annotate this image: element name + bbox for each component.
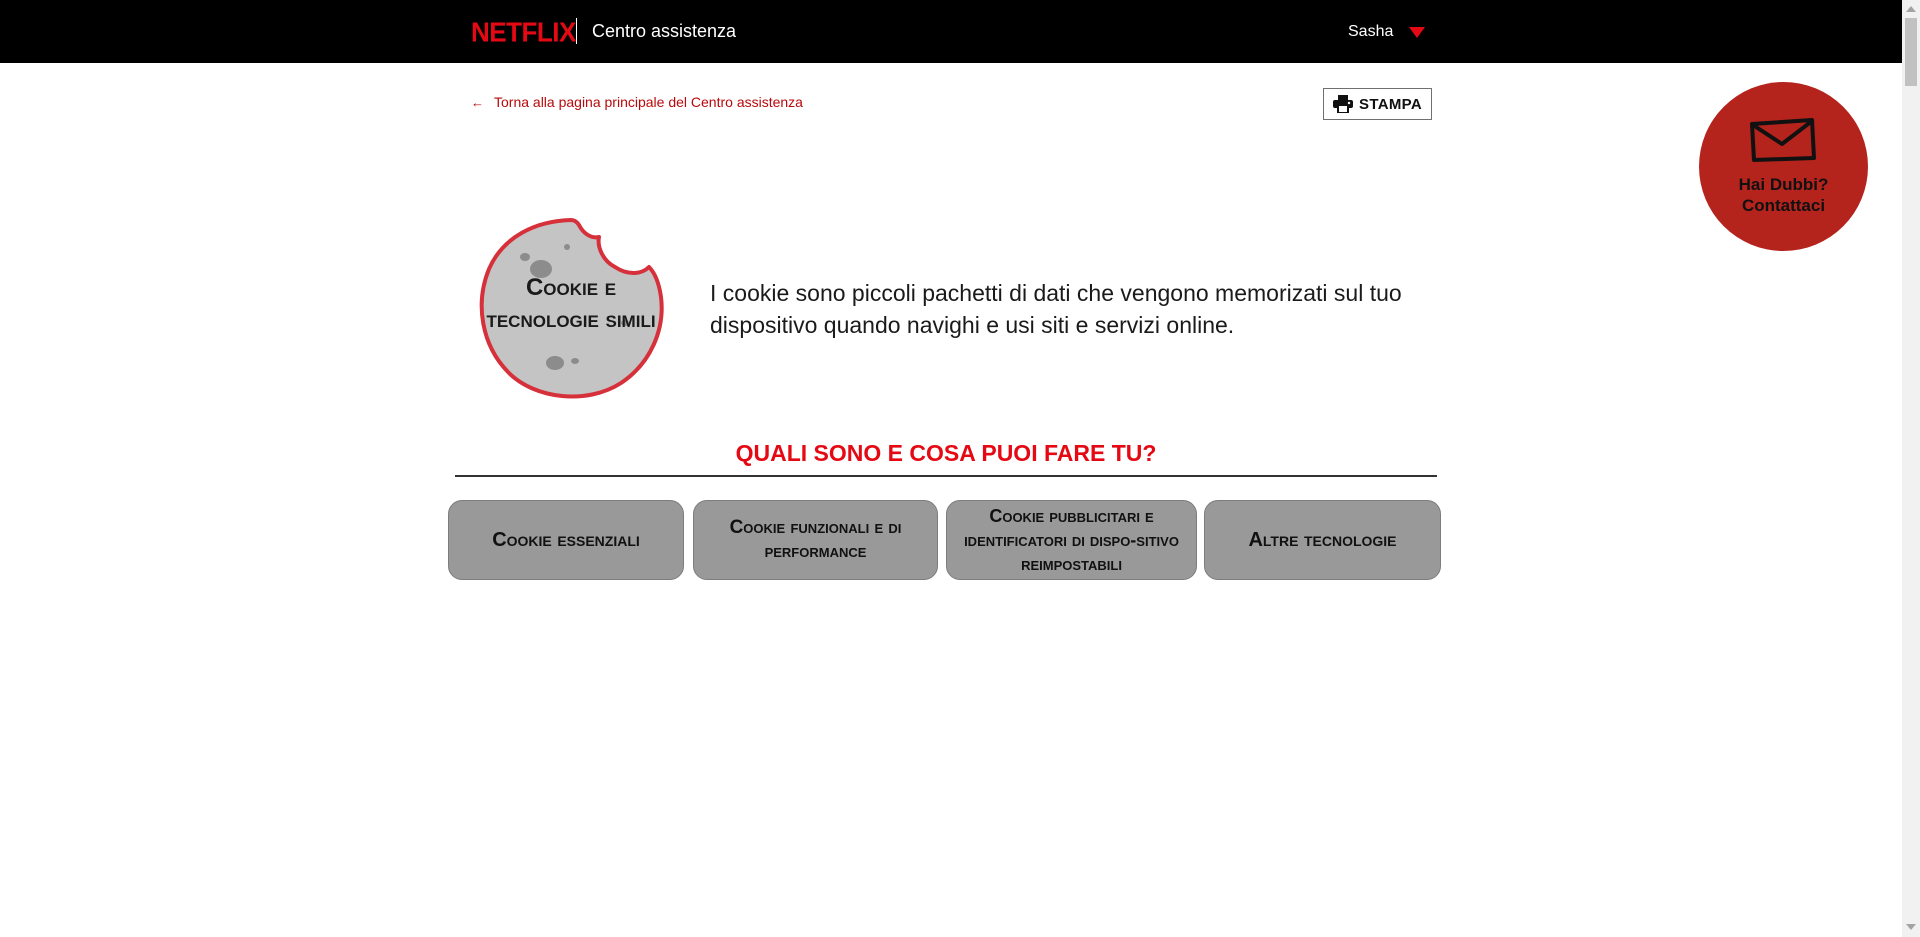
essential-cookies-button[interactable]: Cookie essenziali	[448, 500, 684, 580]
top-navigation-bar: NETFLIX Centro assistenza Sasha	[0, 0, 1902, 63]
other-technologies-button[interactable]: Altre tecnologie	[1204, 500, 1441, 580]
advertising-cookies-button[interactable]: Cookie pubblicitari e identificatori di …	[946, 500, 1197, 580]
scroll-down-icon[interactable]	[1906, 924, 1916, 930]
print-button[interactable]: STAMPA	[1323, 88, 1432, 120]
section-divider	[455, 475, 1437, 477]
user-name: Sasha	[1348, 23, 1394, 40]
help-center-title-link[interactable]: Centro assistenza	[592, 20, 736, 42]
caret-down-icon[interactable]	[1409, 26, 1426, 38]
user-menu[interactable]: Sasha	[1348, 19, 1426, 45]
intro-paragraph: I cookie sono piccoli pachetti di dati c…	[710, 280, 1402, 338]
cookie-badge-title: Cookie e tecnologie simili	[486, 274, 656, 333]
functional-performance-cookies-button[interactable]: Cookie funzionali e di performance	[693, 500, 938, 580]
vertical-scrollbar[interactable]	[1902, 0, 1920, 937]
back-link-label: Torna alla pagina principale del Centro …	[494, 94, 803, 110]
contact-us-button[interactable]: Hai Dubbi? Contattaci	[1699, 82, 1868, 251]
printer-icon	[1333, 95, 1354, 113]
netflix-logo[interactable]: NETFLIX	[471, 18, 576, 45]
contact-label: Hai Dubbi? Contattaci	[1738, 175, 1829, 215]
back-to-help-center-link[interactable]: ← Torna alla pagina principale del Centr…	[471, 94, 803, 110]
mail-icon	[1750, 118, 1816, 162]
header-divider	[576, 18, 577, 44]
section-heading: QUALI SONO E COSA PUOI FARE TU?	[735, 440, 1157, 466]
scroll-up-icon[interactable]	[1906, 6, 1916, 12]
arrow-left-icon: ←	[471, 94, 484, 110]
scrollbar-thumb[interactable]	[1905, 18, 1917, 86]
print-label: STAMPA	[1359, 95, 1422, 113]
